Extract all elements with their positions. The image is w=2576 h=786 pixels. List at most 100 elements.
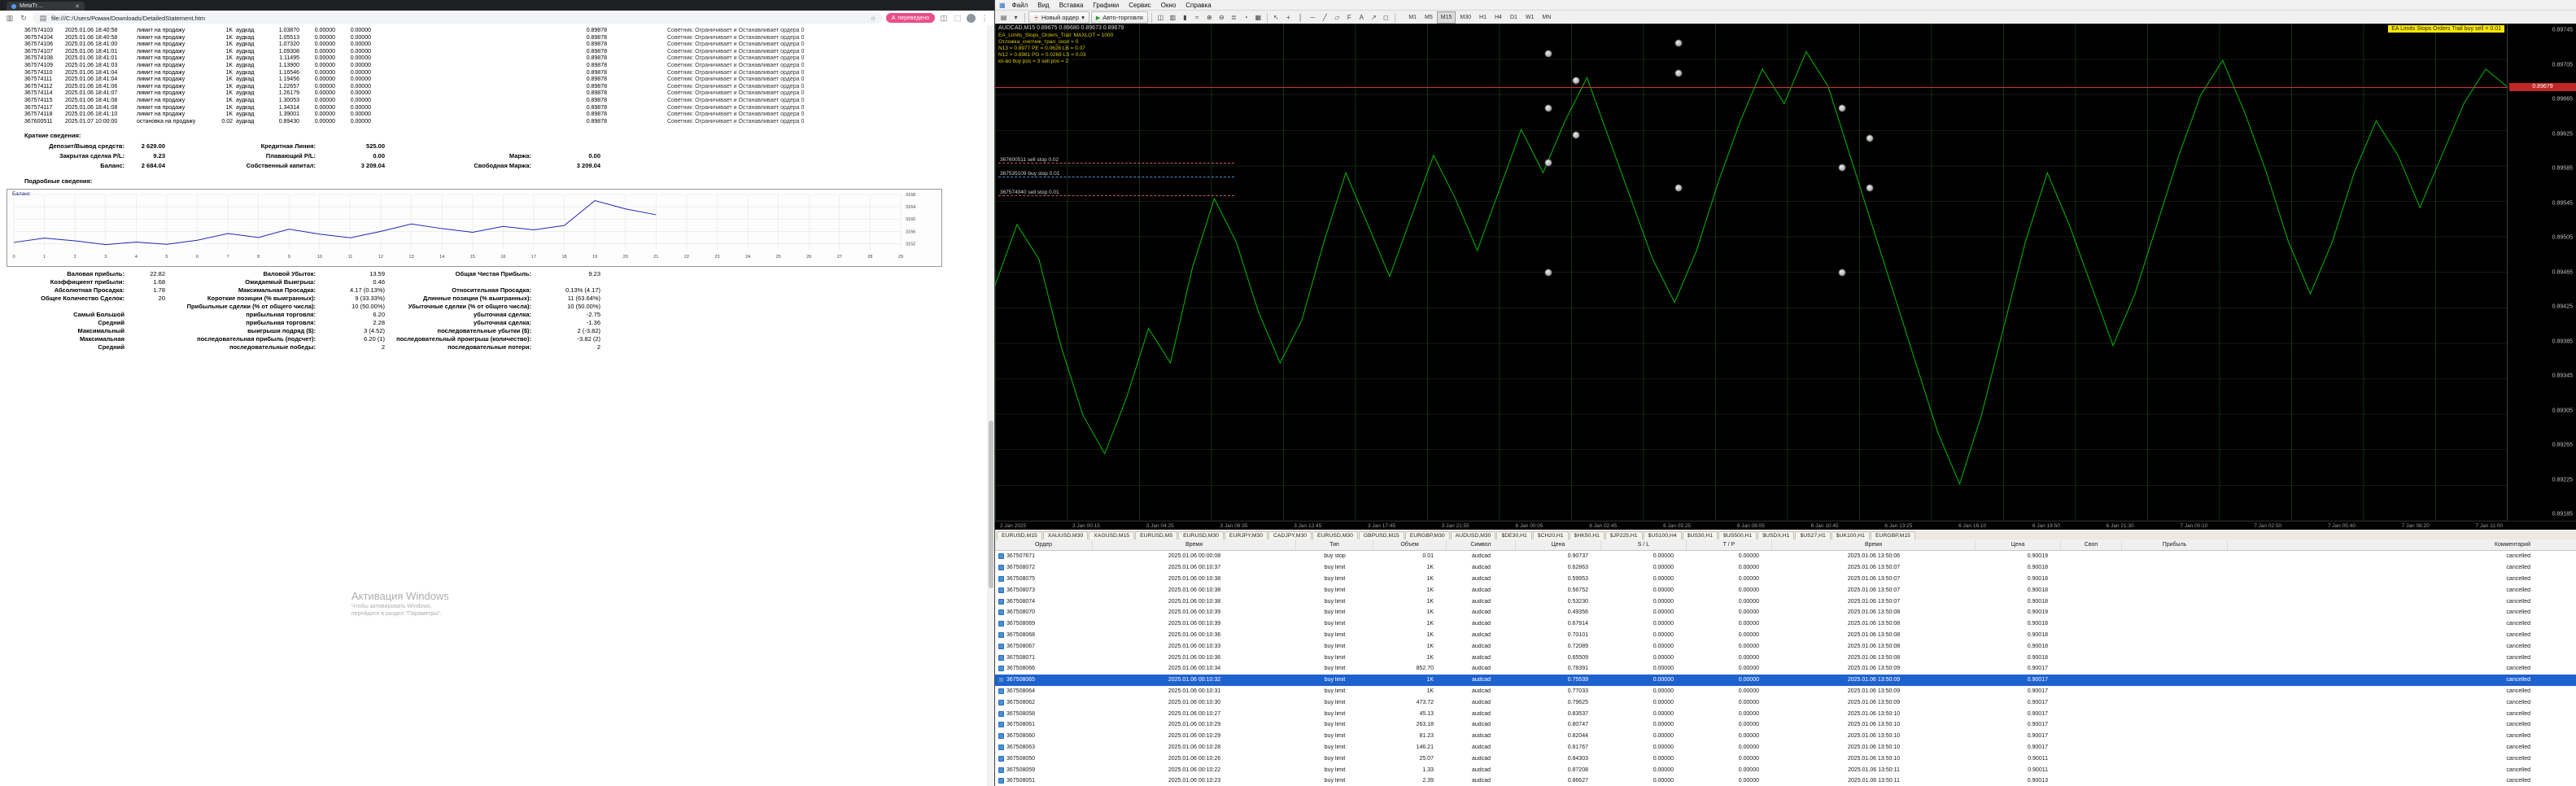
profile-avatar[interactable]: [967, 13, 976, 23]
timeframe-button[interactable]: H4: [1491, 11, 1505, 24]
cursor-icon[interactable]: ↖: [1270, 12, 1281, 23]
periods-icon[interactable]: ◔: [1240, 12, 1251, 23]
order-history-row[interactable]: 367508068 2025.01.06 00:10:36 buy limit …: [995, 630, 2576, 641]
order-history-row[interactable]: 367508067 2025.01.06 00:10:33 buy limit …: [995, 640, 2576, 652]
browser-tab[interactable]: MetaTr… ✕: [7, 2, 85, 11]
trade-marker-icon[interactable]: [1674, 39, 1683, 47]
text-label-icon[interactable]: A: [1356, 12, 1367, 23]
new-chart-icon[interactable]: ▤: [998, 12, 1009, 23]
trade-marker-icon[interactable]: [1572, 76, 1580, 85]
menu-item[interactable]: Сервис: [1129, 2, 1150, 9]
chart-tab[interactable]: AUDUSD,M30: [1450, 531, 1496, 539]
indicators-icon[interactable]: ≣: [1228, 12, 1239, 23]
chart-tab[interactable]: EURGBP,M15: [1870, 531, 1915, 539]
trade-marker-icon[interactable]: [1544, 104, 1552, 112]
trade-marker-icon[interactable]: [1544, 269, 1552, 276]
chart-tab[interactable]: EURJPY,M30: [1224, 531, 1268, 539]
menu-item[interactable]: Справка: [1185, 2, 1211, 9]
price-plot[interactable]: AUDCAD,M15 0.89675 0.89680 0.89673 0.896…: [995, 24, 2508, 521]
order-history-row[interactable]: 367508074 2025.01.06 00:10:38 buy limit …: [995, 596, 2576, 607]
chart-tab[interactable]: $DE30,H1: [1496, 531, 1532, 539]
chart-tab[interactable]: $JP225,H1: [1605, 531, 1643, 539]
chart-tab[interactable]: EURUSD,M30: [1312, 531, 1358, 539]
chart-tab[interactable]: EURGBP,M30: [1404, 531, 1450, 539]
trendline-icon[interactable]: ╱: [1319, 12, 1330, 23]
trade-marker-icon[interactable]: [1674, 69, 1683, 77]
chart-tab[interactable]: $US500,H1: [1718, 531, 1757, 539]
trade-marker-icon[interactable]: [1544, 159, 1552, 167]
order-history-row[interactable]: 367507671 2025.01.06 00:00:08 buy stop 0…: [995, 551, 2576, 562]
timeframe-button[interactable]: M15: [1437, 11, 1456, 24]
chart-tab[interactable]: XAUUSD,M30: [1042, 531, 1089, 539]
line-chart-icon[interactable]: ≈: [1191, 12, 1203, 23]
chart-tab[interactable]: CADJPY,M30: [1268, 531, 1312, 539]
zoom-out-icon[interactable]: ⊖: [1216, 12, 1227, 23]
timeframe-button[interactable]: W1: [1522, 11, 1538, 24]
fibonacci-icon[interactable]: F: [1343, 12, 1355, 23]
menu-item[interactable]: Графики: [1093, 2, 1119, 9]
chart-profiles-icon[interactable]: ▾: [1011, 12, 1021, 23]
chart-tab[interactable]: $USDX,H1: [1757, 531, 1795, 539]
order-history-row[interactable]: 367508066 2025.01.06 00:10:34 buy limit …: [995, 663, 2576, 675]
refresh-icon[interactable]: ↻: [19, 13, 28, 23]
timeframe-button[interactable]: M30: [1456, 11, 1475, 24]
side-panel-icon[interactable]: ▥: [5, 13, 15, 23]
zoom-in-icon[interactable]: ⊕: [1203, 12, 1215, 23]
order-history-row[interactable]: 367508060 2025.01.06 00:10:29 buy limit …: [995, 731, 2576, 742]
order-history-row[interactable]: 367508069 2025.01.06 00:10:39 buy limit …: [995, 618, 2576, 630]
order-history-row[interactable]: 367508073 2025.01.06 00:10:38 buy limit …: [995, 584, 2576, 596]
chart-tab[interactable]: $CH20,H1: [1532, 531, 1569, 539]
trade-marker-icon[interactable]: [1544, 50, 1552, 58]
chart-tab[interactable]: $UK100,H1: [1831, 531, 1870, 539]
trade-marker-icon[interactable]: [1838, 104, 1846, 112]
timeframe-button[interactable]: MN: [1539, 11, 1555, 24]
order-history-row[interactable]: 367508071 2025.01.06 00:10:36 buy limit …: [995, 652, 2576, 663]
vertical-line-icon[interactable]: │: [1295, 12, 1306, 23]
order-history-row[interactable]: 367508065 2025.01.06 00:10:32 buy limit …: [995, 674, 2576, 686]
trade-marker-icon[interactable]: [1838, 164, 1846, 172]
chart-tab[interactable]: $US27,H1: [1795, 531, 1831, 539]
crosshair-icon[interactable]: +: [1282, 12, 1294, 23]
bar-chart-icon[interactable]: ▥: [1167, 12, 1178, 23]
order-history-row[interactable]: 367508059 2025.01.06 00:10:22 buy limit …: [995, 764, 2576, 775]
scrollbar-thumb[interactable]: [988, 421, 993, 588]
channel-icon[interactable]: ▱: [1331, 12, 1343, 23]
menu-item[interactable]: Файл: [1012, 2, 1028, 9]
shapes-icon[interactable]: ◻: [1380, 12, 1391, 23]
translated-chip[interactable]: A переведено: [885, 13, 935, 23]
chart-tab[interactable]: $HK50,H1: [1569, 531, 1605, 539]
candlestick-chart-icon[interactable]: ▮: [1179, 12, 1190, 23]
timeframe-button[interactable]: H1: [1476, 11, 1491, 24]
order-history-row[interactable]: 367508063 2025.01.06 00:10:28 buy limit …: [995, 742, 2576, 753]
templates-icon[interactable]: ▦: [1252, 12, 1264, 23]
chart-tab[interactable]: EURUSD,M15: [997, 531, 1042, 539]
arrow-icon[interactable]: ↗: [1368, 12, 1379, 23]
order-history-row[interactable]: 367508062 2025.01.06 00:10:30 buy limit …: [995, 696, 2576, 708]
price-scale[interactable]: 0.89679 0.89745 0.89705 0.89665 0.89625 0.89…: [2507, 24, 2576, 521]
order-history-row[interactable]: 367508051 2025.01.06 00:10:23 buy limit …: [995, 775, 2576, 786]
browser-menu-icon[interactable]: ⋮: [980, 13, 989, 23]
order-history-row[interactable]: 367508075 2025.01.06 00:10:38 buy limit …: [995, 574, 2576, 585]
timeframe-button[interactable]: M1: [1405, 11, 1421, 24]
order-history-row[interactable]: 367508061 2025.01.06 00:10:29 buy limit …: [995, 719, 2576, 731]
horizontal-line-icon[interactable]: ─: [1307, 12, 1318, 23]
trade-marker-icon[interactable]: [1674, 184, 1683, 192]
split-screen-icon[interactable]: ◫: [939, 13, 949, 23]
menu-item[interactable]: Вставка: [1059, 2, 1084, 9]
new-order-button[interactable]: ＋ Новый ордер ▾: [1028, 11, 1089, 24]
menu-item[interactable]: Вид: [1037, 2, 1049, 9]
order-history-row[interactable]: 367508070 2025.01.06 00:10:39 buy limit …: [995, 607, 2576, 618]
order-history-row[interactable]: 367508050 2025.01.06 00:10:26 buy limit …: [995, 753, 2576, 764]
tab-close-icon[interactable]: ✕: [75, 3, 80, 10]
tile-windows-icon[interactable]: ◫: [1155, 12, 1166, 23]
bookmark-star-icon[interactable]: ☆: [871, 15, 876, 22]
trade-marker-icon[interactable]: [1866, 184, 1873, 192]
chart-tab[interactable]: EURUSD,M30: [1178, 531, 1224, 539]
menu-item[interactable]: Окно: [1161, 2, 1177, 9]
trade-marker-icon[interactable]: [1572, 131, 1580, 139]
extensions-icon[interactable]: ⬚: [953, 13, 963, 23]
browser-scrollbar[interactable]: [987, 25, 994, 786]
order-history-row[interactable]: 367508058 2025.01.06 00:10:27 buy limit …: [995, 708, 2576, 719]
time-axis[interactable]: 2 Jan 2025 3 Jan 00:15 3 Jan 04:25 3 Jan 08…: [995, 521, 2576, 530]
trade-marker-icon[interactable]: [1838, 269, 1846, 276]
